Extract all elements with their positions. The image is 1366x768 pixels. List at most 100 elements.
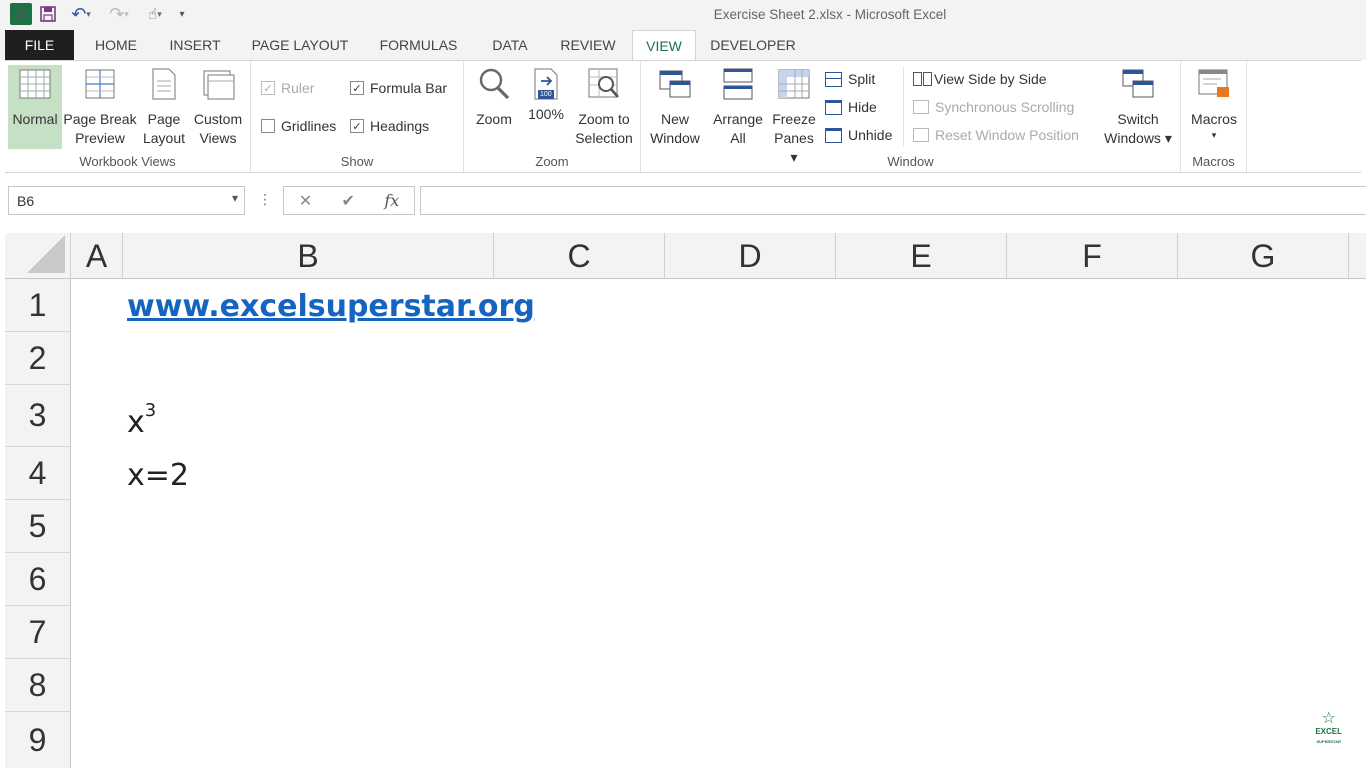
custom-views-icon bbox=[203, 70, 235, 100]
hide-button[interactable]: Hide bbox=[825, 99, 877, 115]
checkbox-checked-icon: ✓ bbox=[350, 119, 364, 133]
tab-file[interactable]: FILE bbox=[5, 30, 74, 60]
column-header-e[interactable]: E bbox=[836, 233, 1007, 279]
worksheet-grid[interactable]: A B C D E F G 1 2 3 4 5 6 7 8 9 www.exce… bbox=[5, 233, 1366, 768]
cell-b3-superscript: 3 bbox=[144, 400, 157, 421]
tab-review[interactable]: REVIEW bbox=[552, 30, 624, 60]
group-show: ✓ Ruler ✓ Formula Bar Gridlines ✓ Headin… bbox=[251, 61, 464, 172]
title-bar: X ↶ ▾ ↷ ▾ ☝ ▾ ▾ Exercise Sheet 2.xlsx - Mic… bbox=[0, 0, 1366, 30]
ribbon: Normal Page Break Preview Page Layout Cu… bbox=[5, 60, 1361, 173]
star-logo-icon: ☆ bbox=[1321, 710, 1336, 727]
formula-buttons: ✕ ✔ fx bbox=[283, 186, 415, 215]
hide-window-icon bbox=[825, 99, 842, 115]
custom-views-button[interactable]: Custom Views bbox=[191, 65, 245, 148]
row-header-6[interactable]: 6 bbox=[5, 553, 71, 606]
cancel-icon[interactable]: ✕ bbox=[299, 191, 312, 211]
group-zoom: Zoom 100 100% Zoom to Selection Zoom bbox=[464, 61, 641, 172]
cell-b3[interactable]: x3 bbox=[127, 400, 156, 440]
split-button[interactable]: Split bbox=[825, 71, 875, 87]
view-side-by-side-icon bbox=[913, 72, 932, 86]
group-workbook-views: Normal Page Break Preview Page Layout Cu… bbox=[5, 61, 251, 172]
arrange-all-button[interactable]: Arrange All bbox=[707, 65, 769, 148]
website-link[interactable]: www.excelsuperstar.org bbox=[127, 289, 535, 324]
zoom-to-selection-button[interactable]: Zoom to Selection bbox=[572, 65, 636, 148]
ribbon-tabs: FILE HOME INSERT PAGE LAYOUT FORMULAS DA… bbox=[0, 30, 1366, 61]
view-side-by-side-button[interactable]: View Side by Side bbox=[913, 71, 1047, 87]
new-window-icon bbox=[659, 70, 691, 98]
row-header-7[interactable]: 7 bbox=[5, 606, 71, 659]
group-label-zoom: Zoom bbox=[535, 154, 569, 169]
ruler-checkbox[interactable]: ✓ Ruler bbox=[261, 80, 314, 96]
switch-windows-icon bbox=[1122, 69, 1154, 98]
tab-data[interactable]: DATA bbox=[478, 30, 542, 60]
reset-window-position-icon bbox=[913, 128, 929, 142]
column-header-a[interactable]: A bbox=[71, 233, 123, 279]
tab-page-layout[interactable]: PAGE LAYOUT bbox=[240, 30, 360, 60]
excel-superstar-watermark: ☆ EXCEL SUPERSTAR bbox=[1315, 710, 1342, 745]
tab-home[interactable]: HOME bbox=[82, 30, 150, 60]
row-header-5[interactable]: 5 bbox=[5, 500, 71, 553]
group-label-show: Show bbox=[340, 154, 374, 169]
cell-b4[interactable]: x=2 bbox=[127, 458, 189, 493]
page-layout-view-button[interactable]: Page Layout bbox=[141, 65, 187, 148]
unhide-button[interactable]: Unhide bbox=[825, 127, 892, 143]
page-layout-icon bbox=[152, 68, 176, 100]
insert-function-icon[interactable]: fx bbox=[384, 191, 399, 210]
column-header-h[interactable] bbox=[1349, 233, 1366, 279]
column-header-c[interactable]: C bbox=[494, 233, 665, 279]
zoom-button[interactable]: Zoom bbox=[470, 65, 518, 129]
page-break-preview-icon bbox=[85, 69, 115, 99]
cell-b1[interactable]: www.excelsuperstar.org bbox=[127, 289, 535, 324]
more-options-icon[interactable]: ⋮ bbox=[258, 191, 272, 208]
chevron-down-icon[interactable]: ▾ bbox=[232, 191, 238, 205]
zoom-100-icon: 100 bbox=[529, 67, 563, 101]
column-header-g[interactable]: G bbox=[1178, 233, 1349, 279]
zoom-100-button[interactable]: 100 100% bbox=[524, 65, 568, 124]
synchronous-scrolling-icon bbox=[913, 100, 929, 114]
group-label-macros: Macros bbox=[1192, 154, 1235, 169]
cell-b3-base: x bbox=[127, 405, 145, 440]
switch-windows-button[interactable]: Switch Windows ▾ bbox=[1103, 65, 1173, 148]
row-header-1[interactable]: 1 bbox=[5, 279, 71, 332]
page-break-preview-button[interactable]: Page Break Preview bbox=[63, 65, 137, 148]
unhide-window-icon bbox=[825, 127, 842, 143]
synchronous-scrolling-button[interactable]: Synchronous Scrolling bbox=[913, 99, 1074, 115]
window-title: Exercise Sheet 2.xlsx - Microsoft Excel bbox=[713, 7, 947, 22]
row-header-3[interactable]: 3 bbox=[5, 385, 71, 447]
formula-input[interactable] bbox=[420, 186, 1366, 215]
enter-icon[interactable]: ✔ bbox=[342, 191, 355, 211]
column-header-d[interactable]: D bbox=[665, 233, 836, 279]
new-window-button[interactable]: New Window bbox=[647, 65, 703, 148]
tab-developer[interactable]: DEVELOPER bbox=[704, 30, 802, 60]
group-macros: Macros ▾ Macros bbox=[1181, 61, 1247, 172]
group-window: New Window Arrange All Freeze Panes ▾ Sp… bbox=[641, 61, 1181, 172]
split-icon bbox=[825, 71, 842, 87]
zoom-to-selection-icon bbox=[588, 68, 619, 98]
name-box[interactable]: B6 ▾ bbox=[8, 186, 245, 215]
tab-insert[interactable]: INSERT bbox=[160, 30, 230, 60]
freeze-panes-button[interactable]: Freeze Panes ▾ bbox=[769, 65, 819, 167]
reset-window-position-button[interactable]: Reset Window Position bbox=[913, 127, 1079, 143]
row-header-4[interactable]: 4 bbox=[5, 447, 71, 500]
magnifier-icon bbox=[479, 68, 510, 100]
select-all-button[interactable] bbox=[5, 233, 71, 279]
normal-view-button[interactable]: Normal bbox=[8, 65, 62, 149]
select-all-triangle-icon bbox=[27, 235, 65, 273]
group-label-workbook-views: Workbook Views bbox=[79, 154, 176, 169]
group-label-window: Window bbox=[887, 154, 934, 169]
formula-bar-checkbox[interactable]: ✓ Formula Bar bbox=[350, 80, 447, 96]
formula-bar-area: B6 ▾ ⋮ ✕ ✔ fx bbox=[0, 173, 1366, 233]
row-header-8[interactable]: 8 bbox=[5, 659, 71, 712]
row-header-9[interactable]: 9 bbox=[5, 712, 71, 768]
gridlines-checkbox[interactable]: Gridlines bbox=[261, 118, 336, 134]
checkbox-checked-icon: ✓ bbox=[261, 81, 275, 95]
macros-button[interactable]: Macros ▾ bbox=[1185, 65, 1243, 141]
checkbox-checked-icon: ✓ bbox=[350, 81, 364, 95]
tab-view[interactable]: VIEW bbox=[632, 30, 696, 61]
tab-formulas[interactable]: FORMULAS bbox=[370, 30, 467, 60]
column-header-f[interactable]: F bbox=[1007, 233, 1178, 279]
row-header-2[interactable]: 2 bbox=[5, 332, 71, 385]
column-header-b[interactable]: B bbox=[123, 233, 494, 279]
headings-checkbox[interactable]: ✓ Headings bbox=[350, 118, 429, 134]
zoom-100-badge: 100 bbox=[538, 90, 554, 99]
